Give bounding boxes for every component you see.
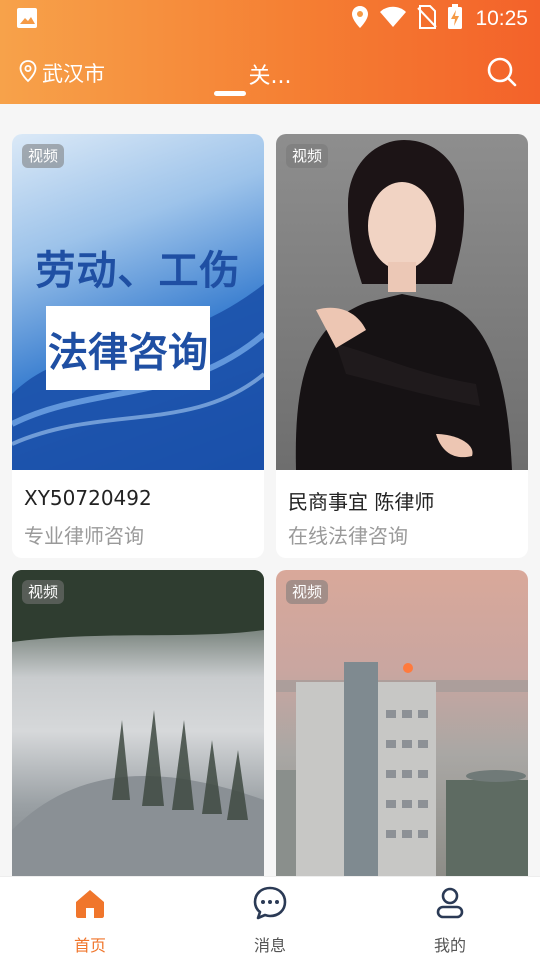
thumbnail-art <box>12 284 264 470</box>
search-button[interactable] <box>486 56 518 88</box>
chat-icon <box>253 886 287 920</box>
video-tag: 视频 <box>22 580 65 604</box>
video-thumbnail[interactable]: 视频 <box>276 134 528 470</box>
tab-label: 消息 <box>253 936 286 955</box>
bottom-navigation: 首页 消息 我的 <box>0 876 540 960</box>
video-card[interactable]: 劳动、工伤 法律咨询 视频 XY50720492 专业律师咨询 <box>12 134 264 558</box>
city-building-image <box>276 662 528 876</box>
video-tag: 视频 <box>286 144 329 168</box>
battery-charging-icon <box>447 4 463 34</box>
location-icon <box>351 5 369 33</box>
tab-label: 我的 <box>433 936 466 955</box>
card-subtitle: 在线法律咨询 <box>288 524 408 548</box>
video-card[interactable]: 视频 民商事宜 陈律师 在线法律咨询 <box>276 134 528 558</box>
app-header: 10:25 武汉市 关... <box>0 0 540 104</box>
tab-label: 首页 <box>73 936 106 955</box>
video-thumbnail[interactable]: 视频 <box>12 570 264 876</box>
wifi-icon <box>379 6 407 32</box>
foggy-forest-image <box>12 570 264 876</box>
page-title: 关... <box>248 64 292 89</box>
video-thumbnail[interactable]: 视频 <box>276 570 528 876</box>
video-thumbnail[interactable]: 劳动、工伤 法律咨询 视频 <box>12 134 264 470</box>
image-notification-icon <box>16 7 38 33</box>
video-card[interactable]: 视频 <box>276 570 528 876</box>
video-tag: 视频 <box>22 144 65 168</box>
tab-home[interactable]: 首页 <box>30 877 150 960</box>
thumbnail-subheadline: 法律咨询 <box>48 330 208 376</box>
lawyer-portrait <box>295 140 512 470</box>
thumbnail-headline: 劳动、工伤 <box>35 248 241 294</box>
video-tag: 视频 <box>286 580 329 604</box>
card-title: 民商事宜 陈律师 <box>288 490 435 514</box>
home-icon <box>76 890 104 918</box>
tab-messages[interactable]: 消息 <box>210 877 330 960</box>
card-subtitle: 专业律师咨询 <box>24 524 144 548</box>
video-card[interactable]: 视频 <box>12 570 264 876</box>
status-bar: 10:25 <box>0 0 540 36</box>
no-sim-icon <box>417 5 438 33</box>
search-icon <box>486 57 518 92</box>
card-title: XY50720492 <box>24 486 152 510</box>
status-time: 10:25 <box>475 7 528 30</box>
top-navigation: 武汉市 关... <box>0 40 540 104</box>
tab-profile[interactable]: 我的 <box>390 877 510 960</box>
tab-indicator <box>214 91 246 96</box>
video-feed[interactable]: 劳动、工伤 法律咨询 视频 XY50720492 专业律师咨询 视频 民商事宜 … <box>0 104 540 876</box>
user-icon <box>436 887 464 919</box>
